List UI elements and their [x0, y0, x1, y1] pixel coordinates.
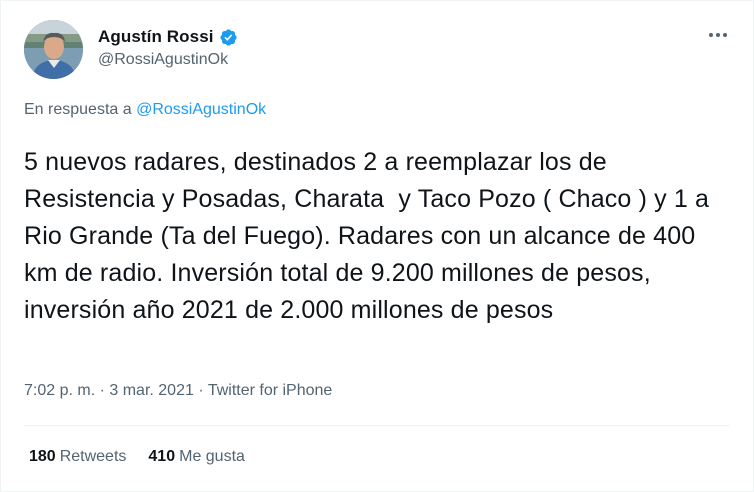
reply-prefix: En respuesta a [24, 101, 132, 118]
retweets-stat[interactable]: 180 Retweets [29, 448, 126, 466]
tweet-stats: 180 Retweets 410 Me gusta [29, 448, 267, 466]
likes-stat[interactable]: 410 Me gusta [148, 448, 245, 466]
dot-icon [716, 33, 720, 37]
tweet-time: 7:02 p. m. [24, 382, 96, 399]
avatar-photo [24, 20, 83, 79]
tweet-timestamp-link[interactable]: 7:02 p. m. · 3 mar. 2021 [24, 382, 194, 399]
divider [24, 425, 730, 426]
meta-separator: · [193, 382, 208, 399]
author-handle[interactable]: @RossiAgustinOk [98, 51, 238, 69]
more-options-icon[interactable] [705, 25, 731, 45]
meta-separator: · [95, 382, 110, 399]
tweet-date: 3 mar. 2021 [109, 382, 194, 399]
tweet-text: 5 nuevos radares, destinados 2 a reempla… [24, 148, 717, 324]
author-name-row: Agustín Rossi [98, 25, 238, 49]
likes-count: 410 [148, 448, 176, 465]
retweets-count: 180 [29, 448, 56, 465]
reply-mention-link[interactable]: @RossiAgustinOk [136, 101, 266, 118]
tweet-meta: 7:02 p. m. · 3 mar. 2021 · Twitter for i… [24, 382, 332, 400]
author-block: Agustín Rossi @RossiAgustinOk [98, 25, 238, 69]
avatar[interactable] [24, 20, 83, 79]
retweets-label: Retweets [59, 448, 127, 465]
verified-badge-icon [219, 28, 238, 47]
reply-context: En respuesta a @RossiAgustinOk [24, 101, 266, 119]
likes-label: Me gusta [179, 448, 245, 465]
dot-icon [723, 33, 727, 37]
tweet-card: Agustín Rossi @RossiAgustinOk En respues… [0, 0, 754, 492]
author-name[interactable]: Agustín Rossi [98, 27, 214, 47]
dot-icon [709, 33, 713, 37]
tweet-source-link[interactable]: Twitter for iPhone [208, 382, 333, 399]
